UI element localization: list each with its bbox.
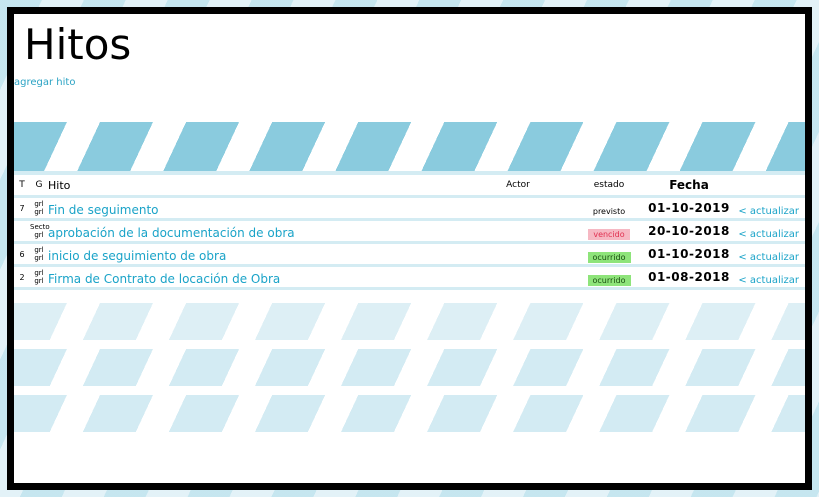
cell-actor [463,218,573,243]
cell-g-line2: grl [34,277,44,285]
cell-action: < actualizar [733,264,805,290]
cell-g-line2: grl [34,208,44,216]
table-row: Secto grl aprobación de la documentación d… [14,218,805,243]
col-header-g: G [35,180,43,190]
status-badge: ocurrido [587,274,631,286]
decorative-stripe-band [14,122,805,171]
cell-g-line1: grl [34,246,44,254]
decorative-stripe-band-faint [14,349,805,386]
cell-fecha: 01-10-2019 [645,195,733,220]
cell-g: grl grl [30,241,48,266]
actualizar-link[interactable]: < actualizar [738,275,799,286]
cell-hito: Firma de Contrato de locación de Obra [48,264,463,290]
cell-estado: ocurrido [573,241,645,266]
cell-estado: ocurrido [573,264,645,290]
col-header-action [733,175,805,197]
cell-g-line2: grl [34,254,44,262]
cell-t: 2 [14,264,30,290]
cell-actor [463,264,573,290]
cell-action: < actualizar [733,195,805,220]
col-header-t: T [19,180,25,190]
actualizar-link[interactable]: < actualizar [738,252,799,263]
cell-t [14,218,30,243]
table-row: 7 grl grl Fin de seguimento previsto 01-10-20… [14,195,805,220]
col-header-fecha: Fecha [669,178,709,192]
add-hito-link[interactable]: agregar hito [14,77,75,88]
cell-g-line1: grl [34,269,44,277]
cell-estado: vencido [573,218,645,243]
table-header: T G Hito Actor estado Fecha [14,175,805,197]
hitos-table: T G Hito Actor estado Fecha 7 grl grl Fin d… [14,175,805,290]
cell-fecha: 01-08-2018 [645,264,733,290]
cell-g: Secto grl [30,218,50,243]
status-badge: previsto [592,206,626,216]
cell-action: < actualizar [733,241,805,266]
col-header-estado: estado [593,180,625,190]
cell-g-line2: grl [34,231,44,239]
actualizar-link[interactable]: < actualizar [738,206,799,217]
table-row: 6 grl grl inicio de seguimiento de obra ocur… [14,241,805,266]
cell-hito: Fin de seguimento [48,195,463,220]
table-row: 2 grl grl Firma de Contrato de locación de … [14,264,805,290]
cell-g: grl grl [30,195,48,220]
cell-actor [463,241,573,266]
cell-t: 6 [14,241,30,266]
cell-fecha: 20-10-2018 [645,218,733,243]
page-title: Hitos [24,20,132,69]
cell-estado: previsto [573,195,645,220]
cell-fecha: 01-10-2018 [645,241,733,266]
hito-link[interactable]: Firma de Contrato de locación de Obra [48,272,280,286]
cell-action: < actualizar [733,218,805,243]
cell-g-line1: Secto [30,223,50,231]
hito-link[interactable]: Fin de seguimento [48,203,159,217]
status-badge: vencido [588,228,630,240]
cell-hito: inicio de seguimiento de obra [48,241,463,266]
cell-hito: aprobación de la documentación de obra [48,218,463,243]
cell-actor [463,195,573,220]
decorative-stripe-band-faint [14,395,805,432]
cell-g-line1: grl [34,200,44,208]
actualizar-link[interactable]: < actualizar [738,229,799,240]
main-frame: Hitos agregar hito T G Hito Actor estado… [7,7,812,490]
hito-link[interactable]: aprobación de la documentación de obra [48,226,295,240]
col-header-actor: Actor [506,180,530,190]
status-badge: ocurrido [587,251,631,263]
col-header-hito: Hito [48,178,71,192]
hito-link[interactable]: inicio de seguimiento de obra [48,249,226,263]
cell-t: 7 [14,195,30,220]
decorative-stripe-band-faint [14,303,805,340]
cell-g: grl grl [30,264,48,290]
